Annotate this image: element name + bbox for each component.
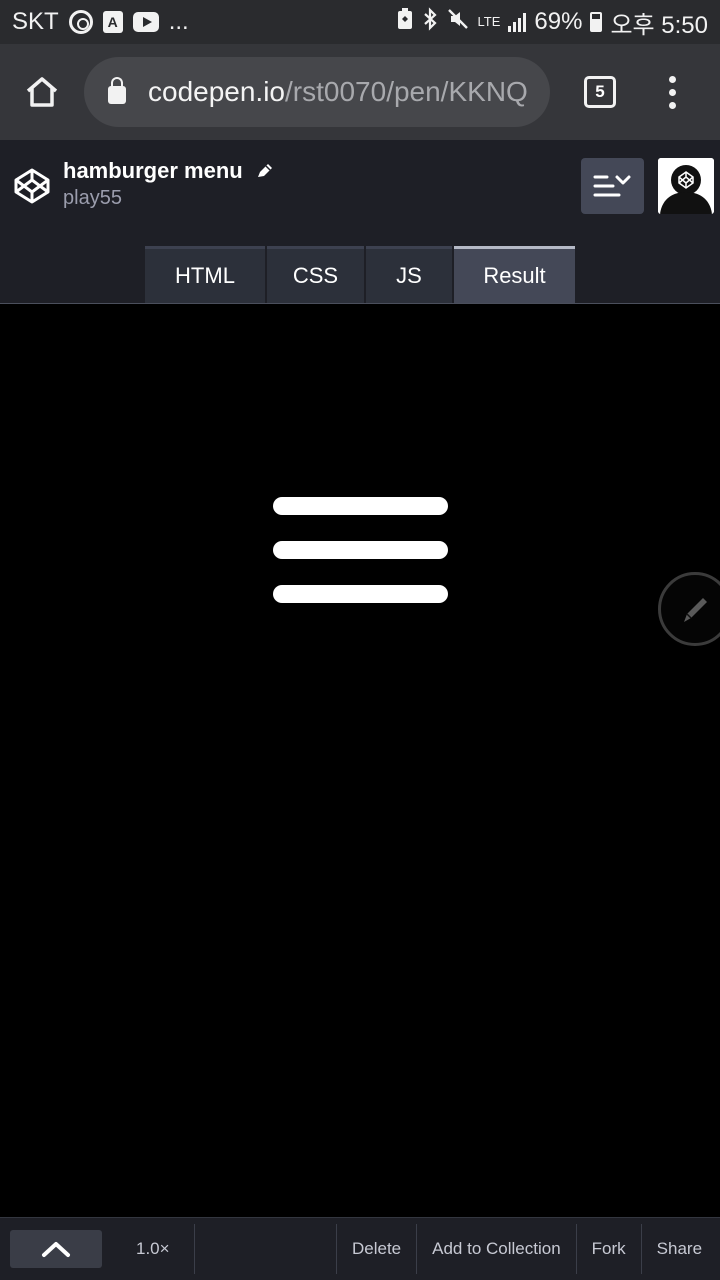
result-preview (0, 304, 720, 1218)
browser-menu-button[interactable] (650, 44, 694, 140)
pen-title: hamburger menu (63, 158, 243, 183)
home-button[interactable] (0, 44, 84, 140)
expand-panel-button[interactable] (10, 1230, 102, 1268)
network-type-label: LTE (477, 14, 501, 29)
status-right: LTE 69% 오후 5:50 (396, 5, 708, 40)
battery-percent: 69% (534, 8, 583, 35)
pen-title-row[interactable]: hamburger menu (63, 158, 275, 184)
carrier-label: SKT (12, 8, 59, 35)
hamburger-bar-middle (273, 541, 448, 559)
clock: 오후 5:50 (610, 11, 708, 39)
delete-button[interactable]: Delete (337, 1218, 416, 1280)
share-button[interactable]: Share (642, 1218, 717, 1280)
status-bar: SKT A ... LTE 69% 오후 5:50 (0, 0, 720, 44)
user-avatar[interactable] (658, 158, 714, 214)
tab-css[interactable]: CSS (267, 246, 364, 303)
pen-author[interactable]: play55 (63, 187, 122, 210)
editor-tabs: HTML CSS JS Result (145, 246, 575, 303)
url-path: /rst0070/pen/KKNQ (285, 76, 528, 107)
home-icon (26, 77, 58, 107)
more-notifications-label: ... (168, 8, 189, 35)
tab-result[interactable]: Result (454, 246, 575, 303)
tab-count: 5 (584, 76, 616, 108)
tab-html[interactable]: HTML (145, 246, 265, 303)
url-domain: codepen.io (148, 76, 286, 107)
fork-button[interactable]: Fork (577, 1218, 641, 1280)
battery-icon (590, 12, 603, 32)
chevron-up-icon (42, 1242, 70, 1257)
address-bar[interactable]: codepen.io/rst0070/pen/KKNQ (84, 57, 550, 127)
hamburger-bar-bottom (273, 585, 448, 603)
hamburger-bar-top (273, 497, 448, 515)
youtube-icon (132, 12, 159, 32)
browser-toolbar: codepen.io/rst0070/pen/KKNQ 5 (0, 44, 720, 140)
status-left: SKT A ... (12, 8, 189, 36)
pencil-icon (684, 598, 707, 622)
mute-icon (446, 7, 470, 38)
bluetooth-icon (422, 6, 438, 38)
app-notification-icon: A (102, 11, 123, 33)
codepen-logo-icon[interactable] (14, 168, 50, 209)
sync-icon (68, 10, 93, 34)
more-vert-dot (668, 88, 676, 96)
tab-js[interactable]: JS (366, 246, 452, 303)
view-layout-icon (593, 175, 630, 197)
edit-pencil-icon[interactable] (255, 162, 275, 180)
bottom-toolbar: 1.0× Delete Add to Collection Fork Share (0, 1217, 720, 1280)
hamburger-menu-button[interactable] (273, 497, 448, 603)
battery-saver-icon (396, 7, 414, 38)
toolbar-divider (194, 1224, 195, 1274)
more-vert-dot (668, 75, 676, 83)
more-vert-dot (668, 101, 676, 109)
tab-switcher-button[interactable]: 5 (550, 44, 650, 140)
zoom-level[interactable]: 1.0× (136, 1239, 194, 1259)
lock-icon (108, 77, 126, 104)
change-view-button[interactable] (581, 158, 644, 214)
signal-icon (508, 12, 527, 32)
add-to-collection-button[interactable]: Add to Collection (417, 1218, 576, 1280)
